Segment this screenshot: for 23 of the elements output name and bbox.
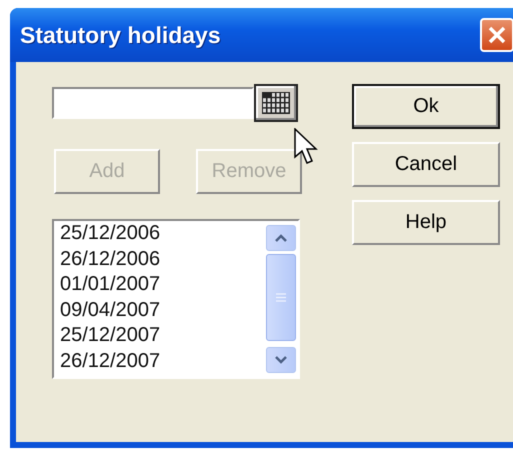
date-field[interactable] [52, 87, 254, 119]
list-item[interactable]: 26/12/2007 [60, 348, 264, 374]
list-item[interactable]: 09/04/2007 [60, 298, 264, 323]
scroll-up-button[interactable] [266, 225, 296, 251]
list-item[interactable]: 01/01/2007 [60, 272, 264, 298]
close-icon [487, 25, 507, 45]
close-button[interactable] [480, 18, 513, 52]
date-list[interactable]: 25/12/2006 26/12/2006 01/01/2007 09/04/2007 25/12/2007 26/12/2007 [52, 219, 300, 379]
calendar-button[interactable] [254, 84, 298, 122]
cancel-button[interactable]: Cancel [352, 142, 500, 187]
list-item[interactable]: 25/12/2006 [60, 221, 264, 246]
grip-icon [276, 293, 286, 302]
window-title: Statutory holidays [20, 22, 221, 48]
ok-button[interactable]: Ok [352, 84, 500, 129]
calendar-icon [262, 92, 290, 114]
help-button[interactable]: Help [352, 200, 500, 245]
mouse-pointer-icon [294, 128, 318, 166]
scroll-down-button[interactable] [266, 347, 296, 373]
scroll-thumb[interactable] [266, 254, 296, 342]
list-item[interactable]: 26/12/2006 [60, 246, 264, 272]
down-caret-icon [275, 356, 287, 364]
up-caret-icon [275, 234, 287, 242]
list-item[interactable]: 25/12/2007 [60, 323, 264, 348]
